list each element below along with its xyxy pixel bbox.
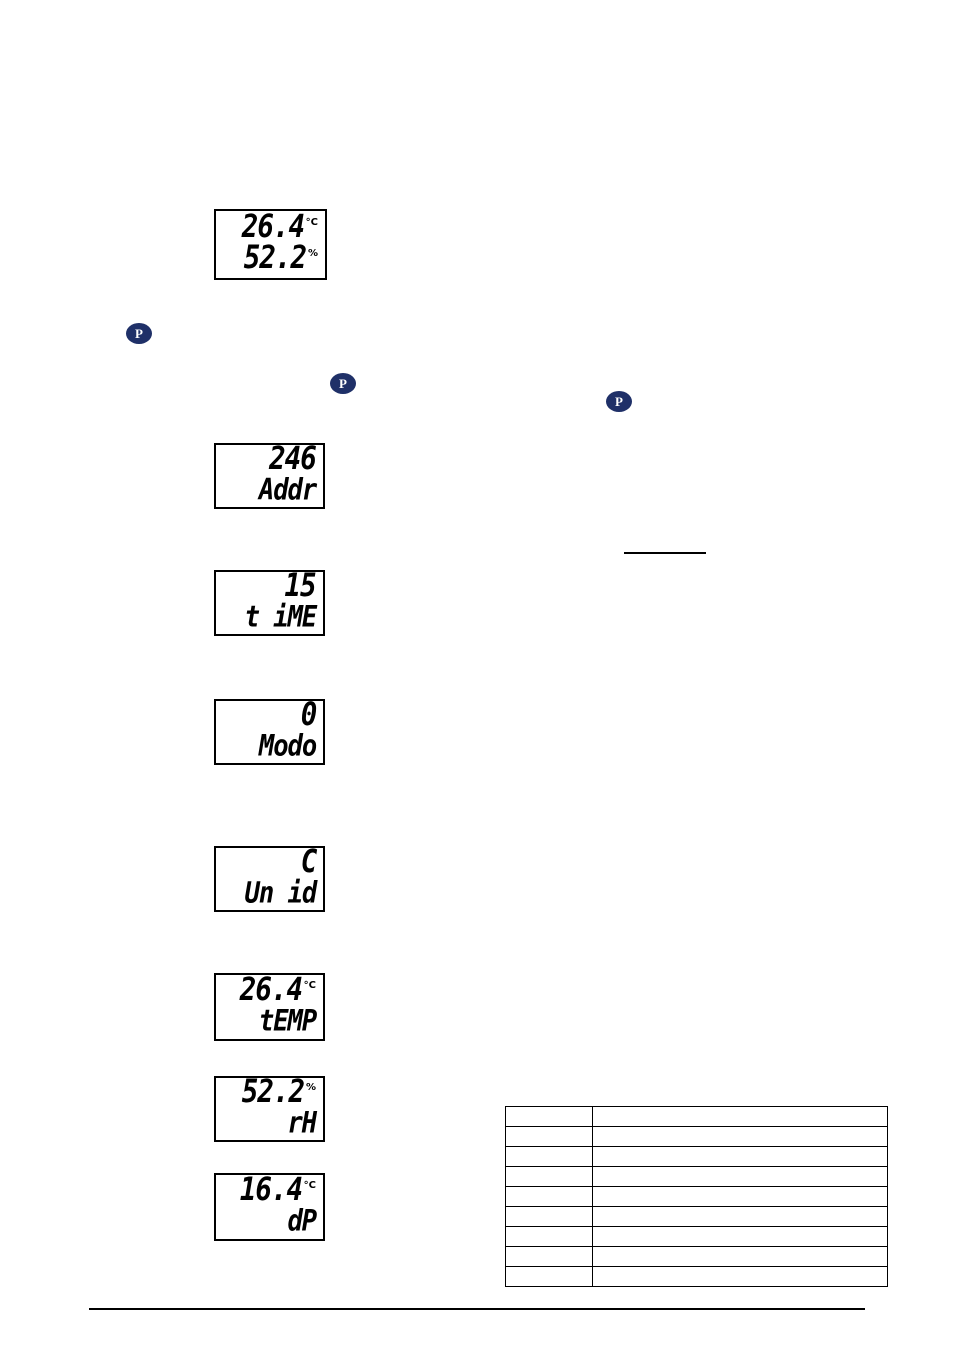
lcd-parameter-label: Modo (258, 728, 317, 763)
table-cell-key (505, 1166, 593, 1187)
lcd-primary-value: 0 (300, 699, 317, 734)
lcd-primary-unit: % (305, 1082, 316, 1093)
lcd-primary-unit: °C (305, 216, 318, 228)
table-cell-key (505, 1226, 593, 1247)
humidity-reading-display: 52.2% rH (214, 1076, 325, 1142)
lcd-secondary-row: Addr (259, 475, 317, 505)
lcd-primary-row: 246 (269, 445, 317, 475)
table-cell-key (505, 1126, 593, 1147)
lcd-primary-row: 26.4 °C (241, 211, 318, 243)
lcd-primary-value: 246 (269, 443, 317, 478)
lcd-parameter-label: dP (287, 1203, 317, 1238)
lcd-primary-unit: °C (303, 1180, 316, 1191)
footer-separator-rule (89, 1308, 865, 1310)
main-reading-display: 26.4 °C 52.2% (214, 209, 327, 280)
table-cell-value (592, 1106, 888, 1127)
unit-setting-display: C Un id (214, 846, 325, 912)
lcd-primary-row: 16.4 °C (239, 1175, 316, 1206)
lcd-parameter-label: t iME (244, 599, 317, 634)
table-cell-key (505, 1266, 593, 1287)
lcd-secondary-row: 52.2% (244, 242, 318, 274)
table-cell-key (505, 1106, 593, 1127)
lcd-primary-value: 16.4 (239, 1173, 302, 1209)
lcd-secondary-row: t iME (244, 602, 317, 632)
lcd-screen-area: 246 Addr (216, 445, 323, 507)
table-row (505, 1246, 888, 1267)
lcd-primary-unit: °C (303, 980, 316, 991)
p-key-marker-1[interactable]: P (126, 323, 152, 344)
lcd-parameter-label: rH (287, 1105, 317, 1140)
table-cell-value (592, 1126, 888, 1147)
lcd-secondary-value: 52.2 (243, 239, 307, 276)
table-cell-value (592, 1146, 888, 1167)
lcd-primary-row: 52.2% (242, 1078, 316, 1108)
table-cell-value (592, 1266, 888, 1287)
time-setting-display: 15 t iME (214, 570, 325, 636)
p-key-marker-2[interactable]: P (330, 373, 356, 394)
address-setting-display: 246 Addr (214, 443, 325, 509)
specification-table (505, 1106, 888, 1287)
dewpoint-reading-display: 16.4 °C dP (214, 1173, 325, 1241)
table-row (505, 1226, 888, 1247)
lcd-parameter-label: Addr (258, 472, 317, 507)
lcd-secondary-row: dP (287, 1206, 317, 1236)
lcd-screen-area: 15 t iME (216, 572, 323, 634)
temperature-reading-display: 26.4 °C tEMP (214, 973, 325, 1041)
lcd-secondary-unit: % (307, 247, 318, 259)
table-row (505, 1126, 888, 1147)
lcd-secondary-row: rH (287, 1108, 317, 1138)
lcd-primary-row: 26.4 °C (239, 975, 316, 1006)
lcd-screen-area: 26.4 °C tEMP (216, 975, 323, 1039)
text-underline-rule (624, 552, 706, 554)
table-row (505, 1186, 888, 1207)
table-row (505, 1106, 888, 1127)
lcd-parameter-label: tEMP (258, 1003, 317, 1038)
lcd-secondary-row: Un id (244, 878, 317, 908)
lcd-screen-area: C Un id (216, 848, 323, 910)
lcd-screen-area: 52.2% rH (216, 1078, 323, 1140)
lcd-secondary-row: Modo (259, 731, 317, 761)
table-cell-value (592, 1246, 888, 1267)
lcd-screen-area: 26.4 °C 52.2% (216, 211, 325, 278)
table-cell-value (592, 1186, 888, 1207)
lcd-primary-value: 15 (284, 570, 317, 605)
lcd-primary-value: 26.4 (239, 973, 302, 1009)
lcd-primary-row: 0 (300, 701, 317, 731)
table-row (505, 1266, 888, 1287)
lcd-primary-value: C (300, 846, 317, 881)
table-cell-value (592, 1166, 888, 1187)
mode-setting-display: 0 Modo (214, 699, 325, 765)
table-cell-value (592, 1226, 888, 1247)
table-cell-key (505, 1246, 593, 1267)
lcd-secondary-row: tEMP (259, 1006, 317, 1036)
table-cell-key (505, 1146, 593, 1167)
table-row (505, 1146, 888, 1167)
table-row (505, 1206, 888, 1227)
p-key-marker-3[interactable]: P (606, 391, 632, 412)
document-page: 26.4 °C 52.2% 246 Addr 15 t iME 0 Modo C Un id 26.4… (0, 0, 954, 1350)
lcd-primary-value: 26.4 (241, 209, 304, 245)
lcd-screen-area: 0 Modo (216, 701, 323, 763)
lcd-parameter-label: Un id (244, 875, 317, 910)
table-row (505, 1166, 888, 1187)
lcd-primary-row: C (300, 848, 317, 878)
table-cell-key (505, 1206, 593, 1227)
table-cell-value (592, 1206, 888, 1227)
lcd-screen-area: 16.4 °C dP (216, 1175, 323, 1239)
lcd-primary-value: 52.2 (241, 1076, 305, 1111)
table-cell-key (505, 1186, 593, 1207)
lcd-primary-row: 15 (285, 572, 317, 602)
